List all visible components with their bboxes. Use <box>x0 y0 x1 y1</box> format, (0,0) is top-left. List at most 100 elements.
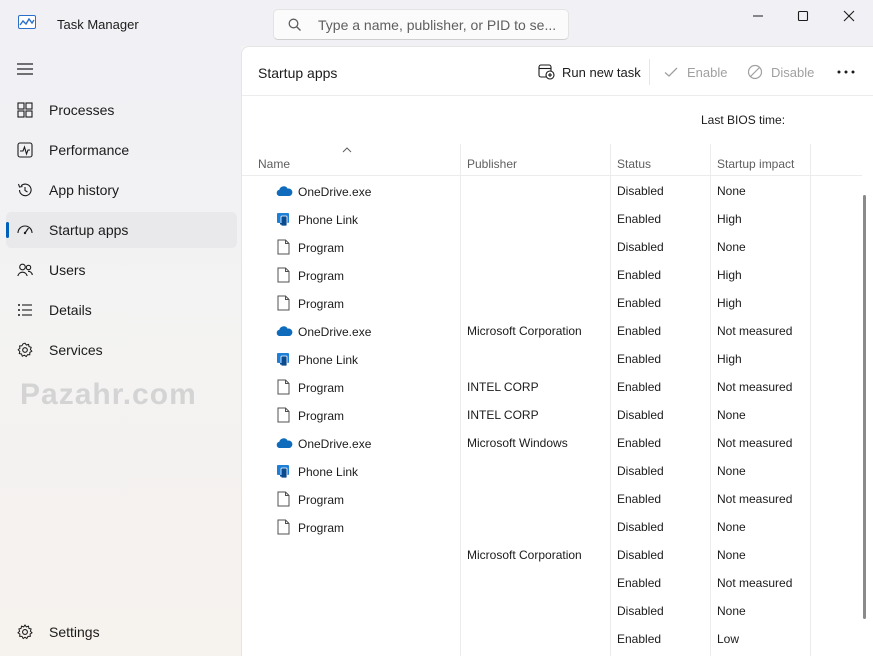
table-row[interactable]: OneDrive.exe Microsoft Corporation Enabled… <box>242 317 862 345</box>
row-startup-impact: High <box>717 268 742 282</box>
onedrive-icon <box>276 326 293 336</box>
row-status: Disabled <box>617 520 664 534</box>
row-publisher: Microsoft Corporation <box>467 324 582 338</box>
row-name: Phone Link <box>298 465 359 479</box>
table-row[interactable]: Phone Link Enabled High <box>242 205 862 233</box>
search-box[interactable] <box>273 9 569 40</box>
enable-label: Enable <box>687 65 728 80</box>
table-row[interactable]: OneDrive.exe Disabled None <box>242 177 862 205</box>
row-status: Enabled <box>617 576 662 590</box>
row-name: OneDrive.exe <box>298 325 372 339</box>
active-indicator <box>6 222 9 238</box>
table-row[interactable]: OneDrive.exe Microsoft Windows Enabled Not … <box>242 429 862 457</box>
table-row[interactable]: Disabled None <box>242 597 862 625</box>
sidebar-item-details[interactable]: Details <box>6 292 237 328</box>
search-icon <box>288 18 301 31</box>
header-divider <box>242 95 873 96</box>
table-row[interactable]: Program Enabled Not measured <box>242 485 862 513</box>
sidebar-item-performance[interactable]: Performance <box>6 132 237 168</box>
row-status: Disabled <box>617 408 664 422</box>
row-status: Enabled <box>617 632 662 646</box>
table-row[interactable]: Program Disabled None <box>242 513 862 541</box>
row-publisher: INTEL CORP <box>467 380 539 394</box>
phone-link-icon <box>277 213 289 227</box>
row-name: Program <box>298 521 345 535</box>
sidebar-item-label: Users <box>49 262 86 278</box>
program-icon <box>277 379 290 395</box>
maximize-button[interactable] <box>780 0 826 32</box>
search-input[interactable] <box>318 15 558 35</box>
sidebar-item-label: App history <box>49 182 120 198</box>
program-icon <box>277 491 290 507</box>
column-header-startup-impact[interactable]: Startup impact <box>717 157 794 171</box>
program-icon <box>277 407 290 423</box>
table-row[interactable]: Microsoft Corporation Disabled None <box>242 541 862 569</box>
row-startup-impact: None <box>717 520 746 534</box>
sidebar-item-label: Startup apps <box>49 222 129 238</box>
column-header-name[interactable]: Name <box>258 157 290 171</box>
table-row[interactable]: Program Enabled High <box>242 261 862 289</box>
main-panel: Startup apps Run new task Enable Disable… <box>241 46 873 656</box>
column-header-publisher[interactable]: Publisher <box>467 157 517 171</box>
table-row[interactable]: Enabled Not measured <box>242 569 862 597</box>
row-status: Disabled <box>617 184 664 198</box>
row-startup-impact: None <box>717 604 746 618</box>
row-startup-impact: Not measured <box>717 436 793 450</box>
row-name: Program <box>298 297 345 311</box>
column-header-status[interactable]: Status <box>617 157 651 171</box>
table-row[interactable]: Program Disabled None <box>242 233 862 261</box>
onedrive-icon <box>276 186 293 196</box>
row-name: Phone Link <box>298 353 359 367</box>
program-icon <box>277 239 290 255</box>
services-icon <box>17 342 33 358</box>
sidebar-item-label: Processes <box>49 102 115 118</box>
minimize-button[interactable] <box>735 0 781 32</box>
sidebar-item-app-history[interactable]: App history <box>6 172 237 208</box>
row-status: Disabled <box>617 464 664 478</box>
row-startup-impact: High <box>717 352 742 366</box>
sidebar-item-label: Details <box>49 302 92 318</box>
row-status: Enabled <box>617 296 662 310</box>
page-title: Startup apps <box>258 65 338 81</box>
table-row[interactable]: Phone Link Disabled None <box>242 457 862 485</box>
row-name: Program <box>298 493 345 507</box>
disable-button[interactable]: Disable <box>747 57 822 87</box>
sidebar-item-processes[interactable]: Processes <box>6 92 237 128</box>
sidebar-item-startup-apps[interactable]: Startup apps <box>6 212 237 248</box>
program-icon <box>277 267 290 283</box>
app-history-icon <box>17 183 32 197</box>
row-status: Enabled <box>617 212 662 226</box>
run-new-task-button[interactable]: Run new task <box>538 57 641 87</box>
row-startup-impact: High <box>717 296 742 310</box>
more-options-icon[interactable] <box>836 69 856 75</box>
program-icon <box>277 295 290 311</box>
row-name: Phone Link <box>298 213 359 227</box>
table-row[interactable]: Enabled Low <box>242 625 862 653</box>
row-name: OneDrive.exe <box>298 437 372 451</box>
enable-button[interactable]: Enable <box>663 57 733 87</box>
processes-icon <box>17 102 33 118</box>
hamburger-menu-icon[interactable] <box>16 62 34 76</box>
row-status: Enabled <box>617 436 662 450</box>
table-row[interactable]: Program INTEL CORP Disabled None <box>242 401 862 429</box>
sidebar-item-settings[interactable]: Settings <box>6 614 237 650</box>
sidebar-item-users[interactable]: Users <box>6 252 237 288</box>
close-icon <box>843 10 855 22</box>
performance-icon <box>17 142 33 158</box>
table-row[interactable]: Program Enabled High <box>242 289 862 317</box>
row-startup-impact: None <box>717 240 746 254</box>
startup-apps-icon <box>17 225 33 235</box>
table-row[interactable]: Program INTEL CORP Enabled Not measured <box>242 373 862 401</box>
close-button[interactable] <box>826 0 872 32</box>
row-status: Disabled <box>617 548 664 562</box>
sidebar-item-services[interactable]: Services <box>6 332 237 368</box>
disable-icon <box>747 64 763 80</box>
row-name: Program <box>298 409 345 423</box>
vertical-scrollbar[interactable] <box>863 195 866 619</box>
row-startup-impact: Low <box>717 632 740 646</box>
onedrive-icon <box>276 438 293 448</box>
users-icon <box>17 263 33 277</box>
row-status: Enabled <box>617 352 662 366</box>
table-row[interactable]: Phone Link Enabled High <box>242 345 862 373</box>
sidebar-item-label: Settings <box>49 624 100 640</box>
